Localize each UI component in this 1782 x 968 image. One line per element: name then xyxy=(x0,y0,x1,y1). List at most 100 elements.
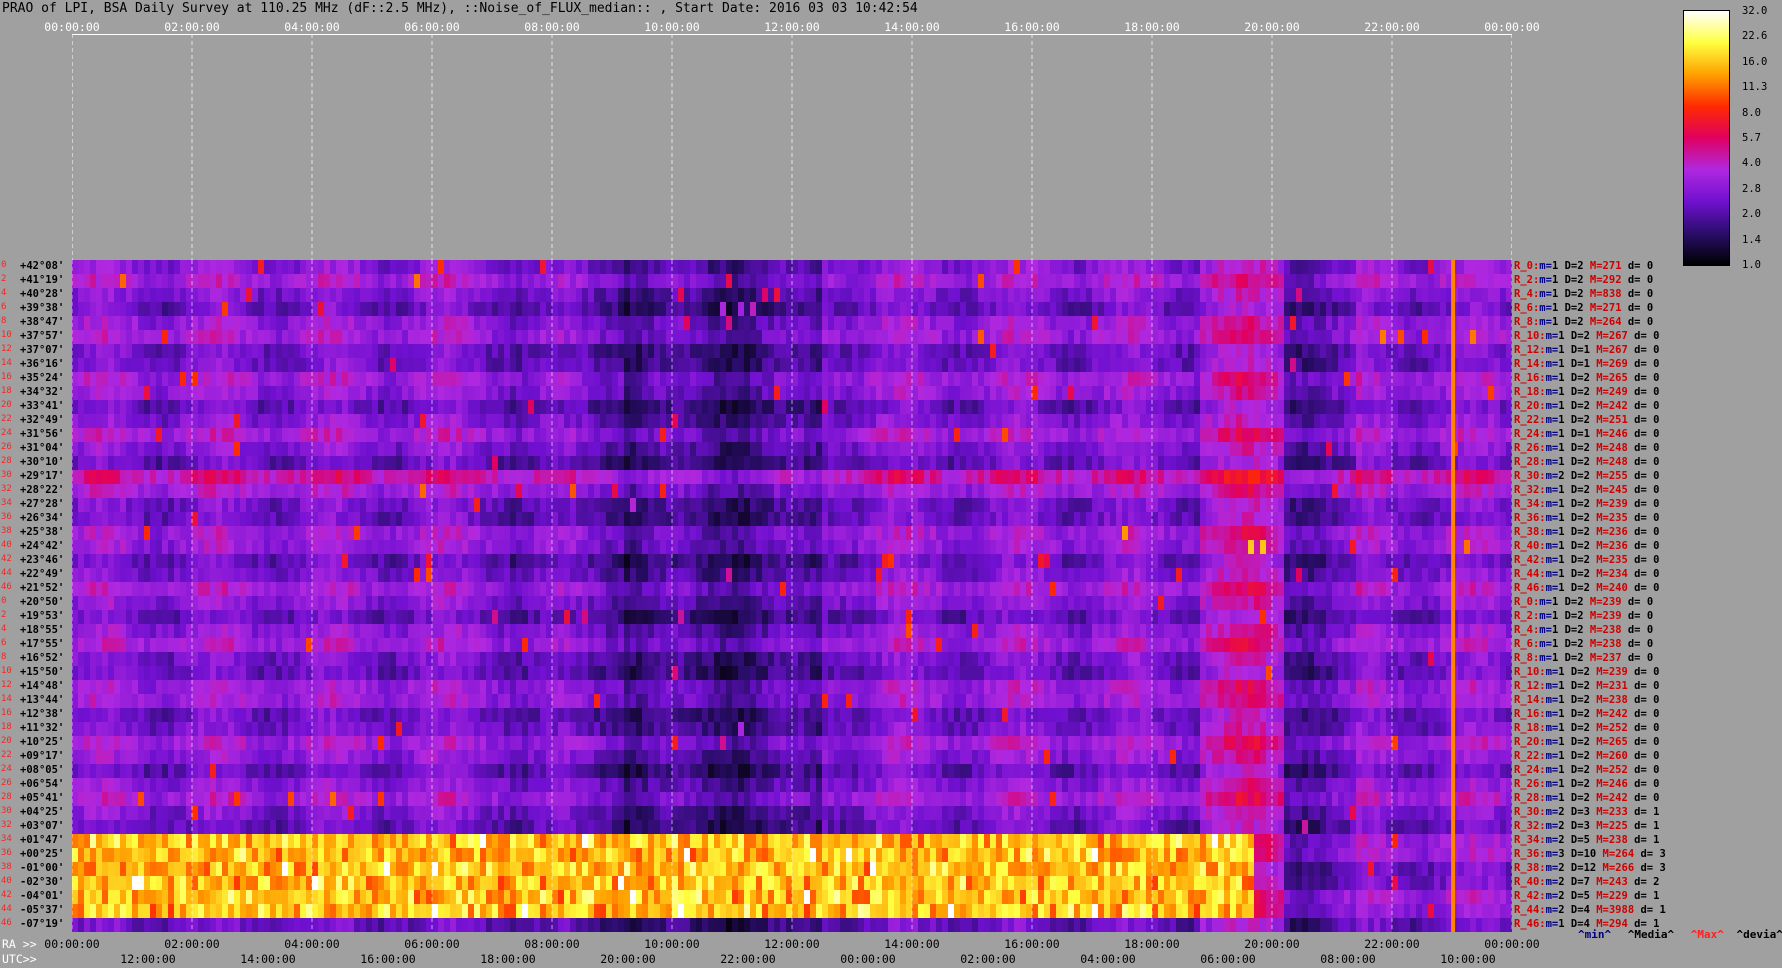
stat-part: m= xyxy=(1539,260,1552,272)
stat-part: 225 xyxy=(1608,820,1628,832)
dec-label: +38°47' xyxy=(20,316,65,328)
row-stat: R_26:m=1 D=2 M=248 d= 0 xyxy=(1514,442,1659,454)
stat-part: R_8: xyxy=(1514,316,1540,328)
stat-part: 239 xyxy=(1608,666,1628,678)
dec-label: +10°25' xyxy=(20,736,65,748)
stat-part: 838 xyxy=(1602,288,1622,300)
dec-label: +25°38' xyxy=(20,526,65,538)
stat-part: 264 xyxy=(1602,316,1622,328)
dec-label: +14°48' xyxy=(20,680,65,692)
row-stat: R_26:m=1 D=2 M=246 d= 0 xyxy=(1514,778,1659,790)
dec-label: +29°17' xyxy=(20,470,65,482)
stat-part: m= xyxy=(1545,792,1559,804)
stat-part: 0 xyxy=(1653,372,1660,384)
stat-part: R_46: xyxy=(1514,582,1546,594)
colorbar-tick: 11.3 xyxy=(1742,81,1768,94)
row-stat: R_2:m=1 D=2 M=239 d= 0 xyxy=(1514,610,1653,622)
row-stat: R_36:m=1 D=2 M=235 d= 0 xyxy=(1514,512,1659,524)
top-ra-tick: 10:00:00 xyxy=(644,20,700,34)
stat-part: 2 xyxy=(1653,876,1660,888)
stat-part: R_20: xyxy=(1514,736,1546,748)
stat-part: M= xyxy=(1589,708,1609,720)
stat-part: R_4: xyxy=(1514,288,1540,300)
stat-part: m= xyxy=(1545,820,1559,832)
stat-part: M= xyxy=(1596,848,1616,860)
stat-part: 0 xyxy=(1653,680,1660,692)
stat-part: R_0: xyxy=(1514,260,1540,272)
stat-part: 260 xyxy=(1608,750,1628,762)
legend-max: ^Max^ xyxy=(1690,928,1724,941)
dec-index: 8 xyxy=(1,652,7,662)
row-stat: R_22:m=1 D=2 M=251 d= 0 xyxy=(1514,414,1659,426)
utc-tick: 08:00:00 xyxy=(1320,952,1376,966)
stat-part: 246 xyxy=(1608,778,1628,790)
stat-part: m= xyxy=(1545,778,1559,790)
stat-part: m= xyxy=(1545,666,1559,678)
dec-label: +40°28' xyxy=(20,288,65,300)
colorbar-gradient xyxy=(1684,11,1729,265)
row-stat: R_34:m=2 D=5 M=238 d= 1 xyxy=(1514,834,1659,846)
stat-part: 1 xyxy=(1653,820,1660,832)
stat-part: 0 xyxy=(1653,540,1660,552)
stat-part: 0 xyxy=(1653,736,1660,748)
row-stat: R_14:m=1 D=1 M=269 d= 0 xyxy=(1514,358,1659,370)
top-ra-tick: 00:00:00 xyxy=(44,20,100,34)
stat-part: d= xyxy=(1627,400,1654,412)
stat-part: D= xyxy=(1564,470,1584,482)
stat-part: D= xyxy=(1564,568,1584,580)
dec-index: 40 xyxy=(1,876,12,886)
stat-part: 0 xyxy=(1653,442,1660,454)
stat-part: D= xyxy=(1564,344,1584,356)
stat-part: M= xyxy=(1589,750,1609,762)
stat-part: M= xyxy=(1589,512,1609,524)
bottom-ra-tick: 14:00:00 xyxy=(884,937,940,951)
stat-part: m= xyxy=(1545,890,1559,902)
stat-part: R_32: xyxy=(1514,820,1546,832)
stat-part: d= xyxy=(1627,722,1654,734)
stat-part: M= xyxy=(1589,456,1609,468)
stat-part: d= xyxy=(1627,330,1654,342)
dec-label: +34°32' xyxy=(20,386,65,398)
bottom-ra-tick: 10:00:00 xyxy=(644,937,700,951)
stat-part: 0 xyxy=(1646,596,1654,608)
stat-part: d= xyxy=(1627,666,1654,678)
stat-part: R_20: xyxy=(1514,400,1546,412)
stat-part: 271 xyxy=(1602,260,1622,272)
stat-part: d= xyxy=(1627,442,1654,454)
stat-part: 0 xyxy=(1646,610,1654,622)
stat-part: 264 xyxy=(1615,848,1635,860)
dec-label: +22°49' xyxy=(20,568,65,580)
stat-part: d= xyxy=(1627,778,1654,790)
row-stat: R_30:m=2 D=2 M=255 d= 0 xyxy=(1514,470,1659,482)
stat-part: M= xyxy=(1589,568,1609,580)
stat-part: d= xyxy=(1627,792,1654,804)
row-stat: R_34:m=1 D=2 M=239 d= 0 xyxy=(1514,498,1659,510)
stat-part: 242 xyxy=(1608,792,1628,804)
bottom-ra-tick: 04:00:00 xyxy=(284,937,340,951)
bottom-ra-tick: 20:00:00 xyxy=(1244,937,1300,951)
dec-index: 4 xyxy=(1,288,7,298)
stat-part: R_36: xyxy=(1514,512,1546,524)
stat-part: 0 xyxy=(1646,624,1654,636)
stat-part: R_12: xyxy=(1514,344,1546,356)
stat-part: 249 xyxy=(1608,386,1628,398)
stat-part: 248 xyxy=(1608,456,1628,468)
stat-part: 239 xyxy=(1608,498,1628,510)
stat-part: M= xyxy=(1589,792,1609,804)
top-ra-tick: 02:00:00 xyxy=(164,20,220,34)
colorbar-svg xyxy=(1684,11,1729,265)
row-stat: R_8:m=1 D=2 M=264 d= 0 xyxy=(1514,316,1653,328)
dec-index: 22 xyxy=(1,414,12,424)
stat-part: d= xyxy=(1627,526,1654,538)
row-stat: R_12:m=1 D=2 M=231 d= 0 xyxy=(1514,680,1659,692)
stat-part: m= xyxy=(1539,638,1552,650)
stat-part: 0 xyxy=(1653,330,1660,342)
stat-part: m= xyxy=(1545,344,1559,356)
top-ra-tick: 00:00:00 xyxy=(1484,20,1540,34)
stat-part: d= xyxy=(1627,414,1654,426)
stat-part: m= xyxy=(1545,456,1559,468)
stat-part: 233 xyxy=(1608,806,1628,818)
stat-part: m= xyxy=(1545,904,1559,916)
stat-part: 0 xyxy=(1646,638,1654,650)
stat-part: R_24: xyxy=(1514,764,1546,776)
